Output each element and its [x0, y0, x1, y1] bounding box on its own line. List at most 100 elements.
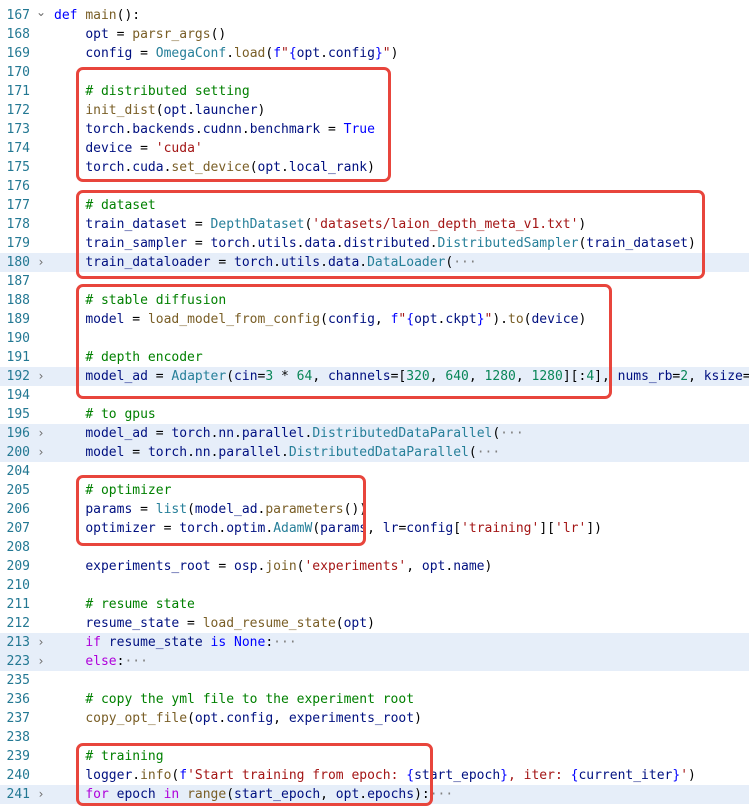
folded-code-line[interactable]: 200 › model = torch.nn.parallel.Distribut…	[0, 443, 749, 462]
code-line[interactable]: 211 # resume state	[0, 595, 749, 614]
folded-code-line[interactable]: 223 › else:···	[0, 652, 749, 671]
code-token: parameters	[265, 502, 344, 517]
code-editor[interactable]: 167 ⌄ def main(): 168 opt = parsr_args() 169…	[0, 0, 749, 812]
code-token: to	[508, 312, 524, 327]
code-token: init_dist	[85, 103, 156, 118]
code-token: }	[672, 768, 681, 783]
code-token: =	[155, 521, 180, 536]
code-line[interactable]: 207 optimizer = torch.optim.AdamW(params…	[0, 519, 749, 538]
code-token: ···	[429, 787, 454, 802]
code-token: 'experiments'	[304, 559, 407, 574]
code-text: init_dist(opt.launcher)	[54, 101, 265, 120]
code-line[interactable]: 209 experiments_root = osp.join('experim…	[0, 557, 749, 576]
code-token: AdamW	[273, 521, 313, 536]
chevron-right-icon[interactable]: ›	[34, 785, 48, 804]
code-line[interactable]: 210	[0, 576, 749, 595]
code-token: optim	[226, 521, 266, 536]
code-line[interactable]: 194	[0, 386, 749, 405]
code-token: cudnn	[202, 122, 242, 137]
code-token: list	[155, 502, 188, 517]
code-token: }	[476, 312, 485, 327]
code-token: )	[367, 616, 375, 631]
code-line[interactable]: 239 # training	[0, 747, 749, 766]
code-line[interactable]: 206 params = list(model_ad.parameters())	[0, 500, 749, 519]
chevron-down-icon[interactable]: ⌄	[34, 3, 48, 22]
code-line[interactable]: 191 # depth encoder	[0, 348, 749, 367]
code-token: ,	[429, 369, 446, 384]
code-line[interactable]: 187	[0, 272, 749, 291]
chevron-right-icon[interactable]: ›	[34, 652, 48, 671]
code-line[interactable]: 238	[0, 728, 749, 747]
code-token: None	[234, 635, 266, 650]
code-line[interactable]: 178 train_dataset = DepthDataset('datase…	[0, 215, 749, 234]
code-line[interactable]: 205 # optimizer	[0, 481, 749, 500]
code-token: range	[187, 787, 227, 802]
code-line[interactable]: 169 config = OmegaConf.load(f"{opt.confi…	[0, 44, 749, 63]
code-line[interactable]: 176	[0, 177, 749, 196]
code-line[interactable]: 173 torch.backends.cudnn.benchmark = Tru…	[0, 120, 749, 139]
code-token: experiments_root	[288, 711, 415, 726]
chevron-right-icon[interactable]: ›	[34, 443, 48, 462]
code-line[interactable]: 212 resume_state = load_resume_state(opt…	[0, 614, 749, 633]
code-line[interactable]: 208	[0, 538, 749, 557]
chevron-right-icon[interactable]: ›	[34, 367, 48, 386]
code-line[interactable]: 174 device = 'cuda'	[0, 139, 749, 158]
code-token: model_ad	[194, 502, 258, 517]
folded-code-line[interactable]: 213 › if resume_state is None:···	[0, 633, 749, 652]
chevron-right-icon[interactable]: ›	[34, 253, 48, 272]
code-token: 'Start training from epoch:	[187, 768, 407, 783]
code-line[interactable]: 240 logger.info(f'Start training from ep…	[0, 766, 749, 785]
line-number: 191	[6, 350, 30, 365]
code-token: .	[273, 255, 281, 270]
code-token: # optimizer	[85, 483, 172, 498]
folded-code-line[interactable]: 180 › train_dataloader = torch.utils.data…	[0, 253, 749, 272]
code-token: copy_opt_file	[85, 711, 188, 726]
folded-code-line[interactable]: 241 › for epoch in range(start_epoch, opt…	[0, 785, 749, 804]
code-text: copy_opt_file(opt.config, experiments_ro…	[54, 709, 422, 728]
code-line[interactable]: 204	[0, 462, 749, 481]
code-token: )	[390, 46, 399, 61]
chevron-right-icon[interactable]: ›	[34, 424, 48, 443]
code-line[interactable]: 168 opt = parsr_args()	[0, 25, 749, 44]
code-token: ksize	[703, 369, 743, 384]
code-line[interactable]: 236 # copy the yml file to the experimen…	[0, 690, 749, 709]
code-text: # depth encoder	[54, 348, 202, 367]
code-token: =[	[390, 369, 407, 384]
code-line[interactable]: 235	[0, 671, 749, 690]
code-token: 320	[406, 369, 430, 384]
code-token: epochs	[367, 787, 415, 802]
code-line[interactable]: 237 copy_opt_file(opt.config, experiment…	[0, 709, 749, 728]
code-line[interactable]: 177 # dataset	[0, 196, 749, 215]
code-token: .	[226, 46, 235, 61]
code-token: ,	[312, 369, 328, 384]
folded-code-line[interactable]: 192 › model_ad = Adapter(cin = 3 * 64, chan…	[0, 367, 749, 386]
code-token: OmegaConf	[155, 46, 227, 61]
chevron-right-icon[interactable]: ›	[34, 633, 48, 652]
code-line[interactable]: 175 torch.cuda.set_device(opt.local_rank…	[0, 158, 749, 177]
code-token: )	[578, 312, 587, 327]
code-line[interactable]: 190	[0, 329, 749, 348]
code-line[interactable]: 172 init_dist(opt.launcher)	[0, 101, 749, 120]
code-token: .	[265, 521, 274, 536]
code-token: nums_rb	[617, 369, 673, 384]
code-line[interactable]: 167 ⌄ def main():	[0, 3, 749, 25]
code-line[interactable]: 170	[0, 63, 749, 82]
folded-code-line[interactable]: 196 › model_ad = torch.nn.parallel.Distri…	[0, 424, 749, 443]
code-token: =	[147, 369, 172, 384]
code-line[interactable]: 188 # stable diffusion	[0, 291, 749, 310]
code-line[interactable]: 171 # distributed setting	[0, 82, 749, 101]
code-line[interactable]: 195 # to gpus	[0, 405, 749, 424]
code-line[interactable]: 179 train_sampler = torch.utils.data.dis…	[0, 234, 749, 253]
line-number: 187	[6, 274, 30, 289]
code-token: load_model_from_config	[147, 312, 321, 327]
code-token: DistributedDataParallel	[312, 426, 493, 441]
code-line[interactable]: 189 model = load_model_from_config(confi…	[0, 310, 749, 329]
code-token: ,	[374, 312, 391, 327]
